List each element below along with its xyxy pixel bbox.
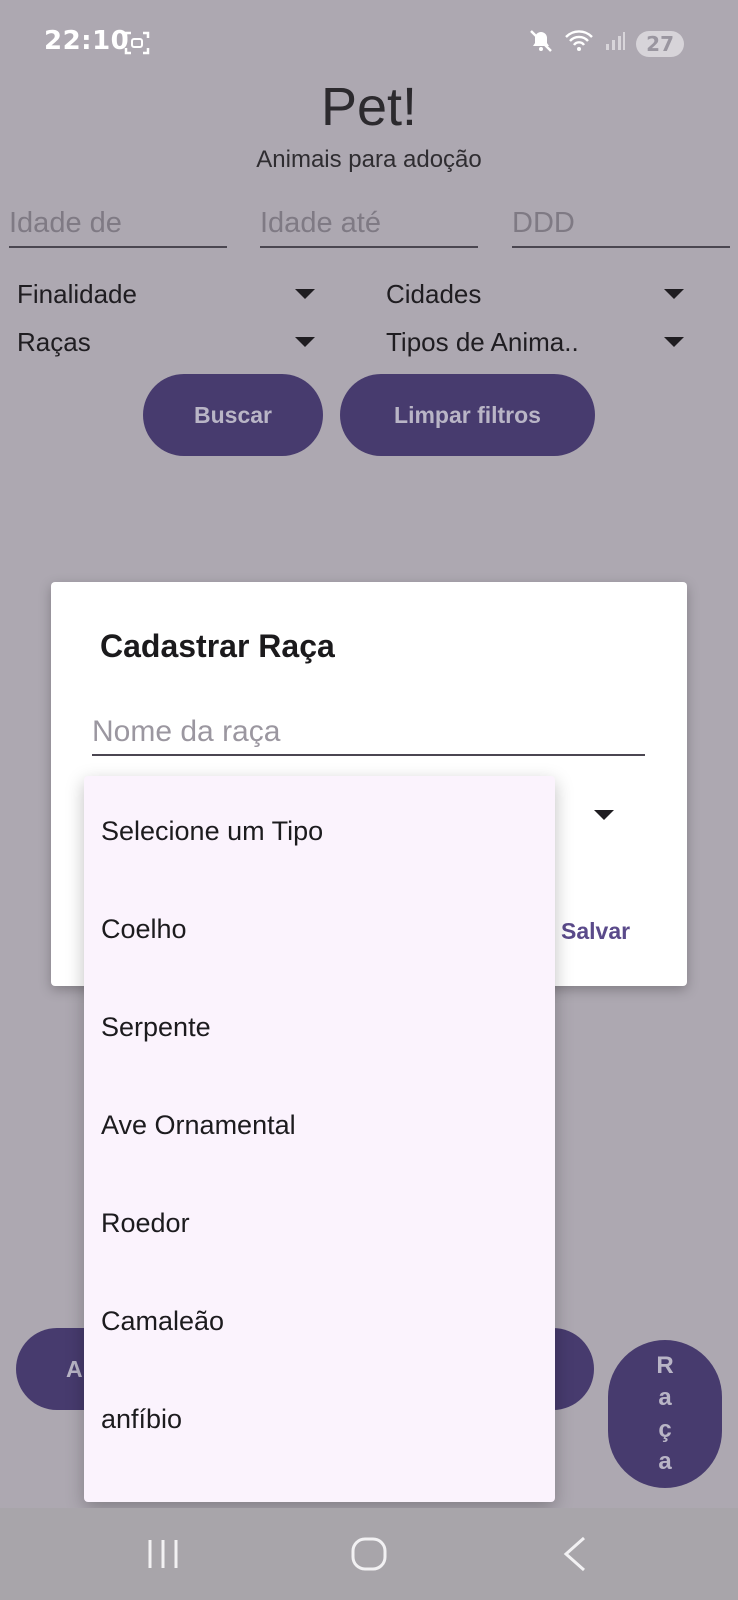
menu-item[interactable]: Coelho [101,914,187,945]
chevron-down-icon [664,289,684,299]
menu-item[interactable]: Ave Ornamental [101,1110,296,1141]
app-title: Pet! [320,77,418,137]
back-icon[interactable] [562,1536,588,1577]
tipos-dropdown[interactable]: Tipos de Anima.. [386,322,684,362]
recent-apps-icon[interactable] [146,1538,180,1575]
idade-de-input[interactable]: Idade de [9,200,227,248]
ddd-input[interactable]: DDD [512,200,730,248]
menu-item[interactable]: Serpente [101,1012,211,1043]
buscar-button[interactable]: Buscar [143,374,323,456]
racas-dropdown[interactable]: Raças [17,322,315,362]
raca-letter: R [656,1352,674,1379]
raca-button[interactable]: R a ç a [608,1340,722,1488]
signal-icon [604,30,626,57]
finalidade-label: Finalidade [17,278,137,309]
idade-ate-input[interactable]: Idade até [260,200,478,248]
chevron-down-icon [295,337,315,347]
raca-letter: a [658,1384,672,1411]
status-time: 22:10 [44,26,130,56]
limpar-filtros-button[interactable]: Limpar filtros [340,374,595,456]
menu-item[interactable]: Roedor [101,1208,190,1239]
menu-item[interactable]: Selecione um Tipo [101,816,323,847]
chevron-down-icon[interactable] [594,810,614,820]
salvar-button[interactable]: Salvar [561,918,630,945]
wifi-icon [564,29,594,58]
finalidade-dropdown[interactable]: Finalidade [17,274,315,314]
menu-item[interactable]: anfíbio [101,1404,182,1435]
battery-badge: 27 [636,30,684,57]
menu-item[interactable]: Camaleão [101,1306,224,1337]
bottom-action-label: A [66,1355,83,1382]
system-nav-bar [0,1508,738,1600]
raca-letter: ç [658,1416,672,1443]
screenshot-icon [124,30,150,61]
cidades-dropdown[interactable]: Cidades [386,274,684,314]
mute-icon [528,28,554,59]
nome-raca-input[interactable]: Nome da raça [92,710,645,756]
chevron-down-icon [295,289,315,299]
tipos-label: Tipos de Anima.. [386,326,579,357]
tipo-dropdown-menu: Selecione um Tipo Coelho Serpente Ave Or… [84,776,555,1502]
raca-letter: a [658,1448,672,1475]
chevron-down-icon [664,337,684,347]
cidades-label: Cidades [386,278,482,309]
home-icon[interactable] [350,1536,388,1577]
dialog-title: Cadastrar Raça [100,628,335,664]
app-subtitle: Animais para adoção [256,146,482,173]
status-icons: 27 [528,28,684,59]
racas-label: Raças [17,326,91,357]
